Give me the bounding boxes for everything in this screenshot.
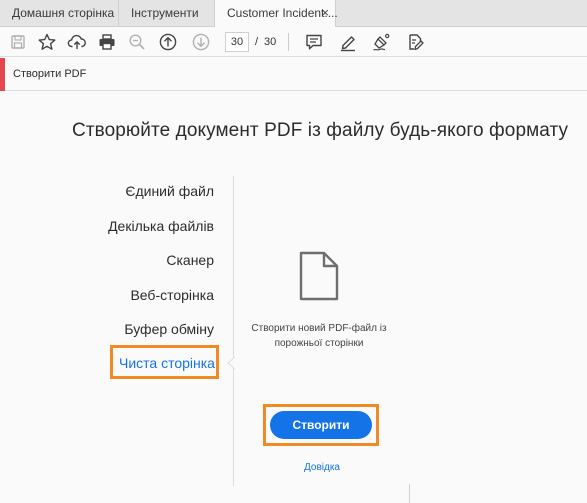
- page-total: 30: [264, 36, 277, 48]
- tab-tools[interactable]: Інструменти: [118, 0, 214, 27]
- panel-divider: [233, 176, 234, 486]
- acrobat-window: Домашня сторінка Інструменти Customer In…: [0, 0, 587, 503]
- zoom-out-icon[interactable]: [127, 32, 147, 52]
- option-single-file[interactable]: Єдиний файл: [125, 183, 214, 199]
- close-tab-icon[interactable]: ×: [321, 0, 329, 26]
- highlight-pen-icon[interactable]: [338, 32, 358, 52]
- toolbar: 30 / 30: [0, 27, 587, 57]
- save-icon[interactable]: [8, 32, 28, 52]
- description-line-2: порожньої сторінки: [274, 338, 364, 349]
- tool-accent-bar: [0, 58, 5, 91]
- tab-document[interactable]: Customer Incident.... ×: [214, 0, 338, 28]
- tool-title: Створити PDF: [13, 68, 87, 80]
- option-multiple-files[interactable]: Декілька файлів: [108, 218, 214, 234]
- page-up-icon[interactable]: [158, 32, 178, 52]
- create-button[interactable]: Створити: [270, 411, 372, 439]
- option-blank-page[interactable]: Чиста сторінка: [119, 355, 215, 371]
- page-heading: Створюйте документ PDF із файлу будь-яко…: [72, 120, 569, 141]
- option-web-page[interactable]: Веб-сторінка: [130, 287, 214, 303]
- tab-bar: Домашня сторінка Інструменти Customer In…: [0, 0, 587, 28]
- page-number-input[interactable]: 30: [225, 32, 249, 52]
- tab-home[interactable]: Домашня сторінка: [0, 0, 118, 27]
- print-icon[interactable]: [97, 32, 117, 52]
- bookmark-star-icon[interactable]: [37, 32, 57, 52]
- option-description: Створити новий PDF-файл із порожньої сто…: [248, 321, 390, 351]
- upload-cloud-icon[interactable]: [67, 32, 87, 52]
- page-down-icon[interactable]: [191, 32, 211, 52]
- comment-icon[interactable]: [304, 32, 324, 52]
- option-scanner[interactable]: Сканер: [166, 252, 214, 268]
- blank-page-icon: [299, 251, 339, 301]
- option-clipboard[interactable]: Буфер обміну: [124, 321, 214, 337]
- edit-pdf-icon[interactable]: [405, 32, 425, 52]
- selection-pointer: [227, 357, 235, 369]
- tool-header: Створити PDF: [0, 58, 587, 91]
- right-panel-edge: [409, 484, 410, 503]
- sign-icon[interactable]: [371, 32, 391, 52]
- toolbar-divider: [288, 33, 289, 51]
- help-link[interactable]: Довідка: [304, 462, 340, 473]
- page-separator: /: [255, 36, 259, 48]
- description-line-1: Створити новий PDF-файл із: [251, 323, 387, 334]
